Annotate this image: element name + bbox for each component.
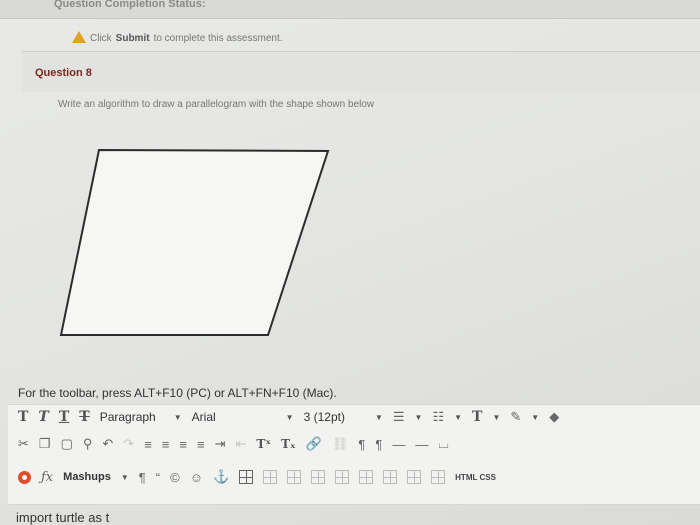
editor-content[interactable]: import turtle as t (16, 510, 109, 525)
unlink-icon: ⛓ (331, 436, 349, 451)
quote-icon[interactable]: “ (156, 470, 160, 485)
search-icon[interactable]: ⚲ (83, 436, 93, 452)
text-color-icon[interactable]: T (472, 409, 482, 425)
copyright-icon[interactable]: © (170, 470, 180, 485)
warning-prefix: Click (90, 32, 112, 44)
warning-icon (72, 31, 86, 43)
cut-icon[interactable]: ✂ (18, 436, 29, 452)
parallelogram-image (59, 148, 330, 336)
chevron-down-icon: ▼ (285, 412, 294, 422)
font-label: Arial (191, 410, 216, 424)
justify-icon[interactable]: ≡ (197, 437, 205, 452)
question-header (22, 52, 700, 92)
chevron-down-icon: ▼ (120, 472, 129, 482)
font-size-label: 3 (12pt) (303, 410, 345, 424)
paste-icon[interactable]: ▢ (61, 436, 73, 452)
highlight-pen-icon[interactable]: ✎ (510, 409, 521, 425)
nonbreaking-space-icon[interactable]: ⌴ (438, 436, 448, 452)
table-split-icon (335, 470, 350, 484)
table-merge-icon (359, 470, 374, 484)
line-icon[interactable]: — (415, 437, 428, 452)
align-left-icon[interactable]: ≡ (144, 437, 152, 452)
indent-icon[interactable]: ⇥ (215, 436, 226, 452)
align-center-icon[interactable]: ≡ (162, 437, 170, 452)
toolbar-hint: For the toolbar, press ALT+F10 (PC) or A… (18, 386, 337, 400)
table-col-icon (287, 470, 302, 484)
html-css-button[interactable]: HTML CSS (455, 473, 496, 482)
font-size-select[interactable]: 3 (12pt) ▼ (304, 410, 383, 424)
superscript-button[interactable]: Tˣ (256, 437, 271, 451)
mashup-dot-icon[interactable] (18, 470, 31, 484)
submit-warning: Click Submit to complete this assessment… (72, 31, 283, 44)
chevron-down-icon[interactable]: ▼ (531, 413, 539, 422)
chevron-down-icon: ▼ (374, 412, 383, 422)
chevron-down-icon: ▼ (173, 412, 182, 422)
numbered-list-icon[interactable]: ☷ (432, 409, 444, 425)
table-misc-icon (431, 470, 446, 484)
copy-icon[interactable]: ❐ (39, 436, 51, 452)
editor-divider (8, 504, 700, 505)
chevron-down-icon[interactable]: ▼ (454, 413, 462, 422)
font-select[interactable]: Arial ▼ (192, 410, 294, 424)
table-props-icon (311, 470, 326, 484)
eraser-icon[interactable]: ◆ (549, 409, 559, 425)
paragraph-mark-icon[interactable]: ¶ (139, 470, 146, 485)
italic-button[interactable]: T (38, 409, 48, 425)
chevron-down-icon[interactable]: ▼ (492, 413, 500, 422)
bold-button[interactable]: T (18, 409, 28, 425)
toolbar-row-3: ƒx Mashups ▼ ¶ “ © ☺ ⚓ HTML CSS (18, 469, 496, 485)
emoji-icon[interactable]: ☺ (190, 470, 203, 485)
undo-icon[interactable]: ↶ (102, 436, 113, 452)
link-icon: 🔗 (305, 436, 322, 451)
strikethrough-button[interactable]: T (79, 409, 89, 425)
align-right-icon[interactable]: ≡ (179, 437, 187, 452)
outdent-icon: ⇤ (235, 436, 247, 451)
toolbar-row-1: T T T T Paragraph ▼ Arial ▼ 3 (12pt) ▼ ☰… (18, 409, 559, 425)
paragraph-label: Paragraph (99, 410, 156, 424)
redo-icon: ↷ (123, 436, 135, 451)
mashups-label: Mashups (63, 471, 111, 483)
table-row-icon (263, 470, 278, 484)
question-title: Question 8 (35, 67, 92, 79)
question-prompt: Write an algorithm to draw a parallelogr… (58, 99, 375, 110)
table-delete-icon (407, 470, 422, 484)
anchor-icon[interactable]: ⚓ (213, 469, 229, 485)
chevron-down-icon[interactable]: ▼ (415, 413, 423, 422)
table-cell-icon (383, 470, 398, 484)
warning-submit-word: Submit (115, 32, 150, 44)
paragraph-select[interactable]: Paragraph ▼ (100, 410, 182, 424)
rtl-paragraph-icon[interactable]: ¶ (375, 437, 382, 452)
subscript-button[interactable]: Tₓ (281, 437, 296, 451)
bullet-list-icon[interactable]: ☰ (393, 409, 405, 425)
completion-status-label: Question Completion Status: (54, 0, 206, 10)
horizontal-rule-icon[interactable]: — (392, 437, 405, 452)
top-status-bar: Question Completion Status: (0, 0, 700, 19)
toolbar-row-2: ✂ ❐ ▢ ⚲ ↶ ↷ ≡ ≡ ≡ ≡ ⇥ ⇤ Tˣ Tₓ 🔗 ⛓ ¶ ¶ — … (18, 436, 449, 452)
formula-icon[interactable]: ƒx (41, 470, 53, 485)
underline-button[interactable]: T (59, 409, 69, 425)
table-icon[interactable] (239, 470, 254, 484)
ltr-paragraph-icon[interactable]: ¶ (358, 437, 365, 452)
mashups-select[interactable]: Mashups ▼ (63, 471, 129, 483)
warning-suffix: to complete this assessment. (153, 32, 283, 44)
